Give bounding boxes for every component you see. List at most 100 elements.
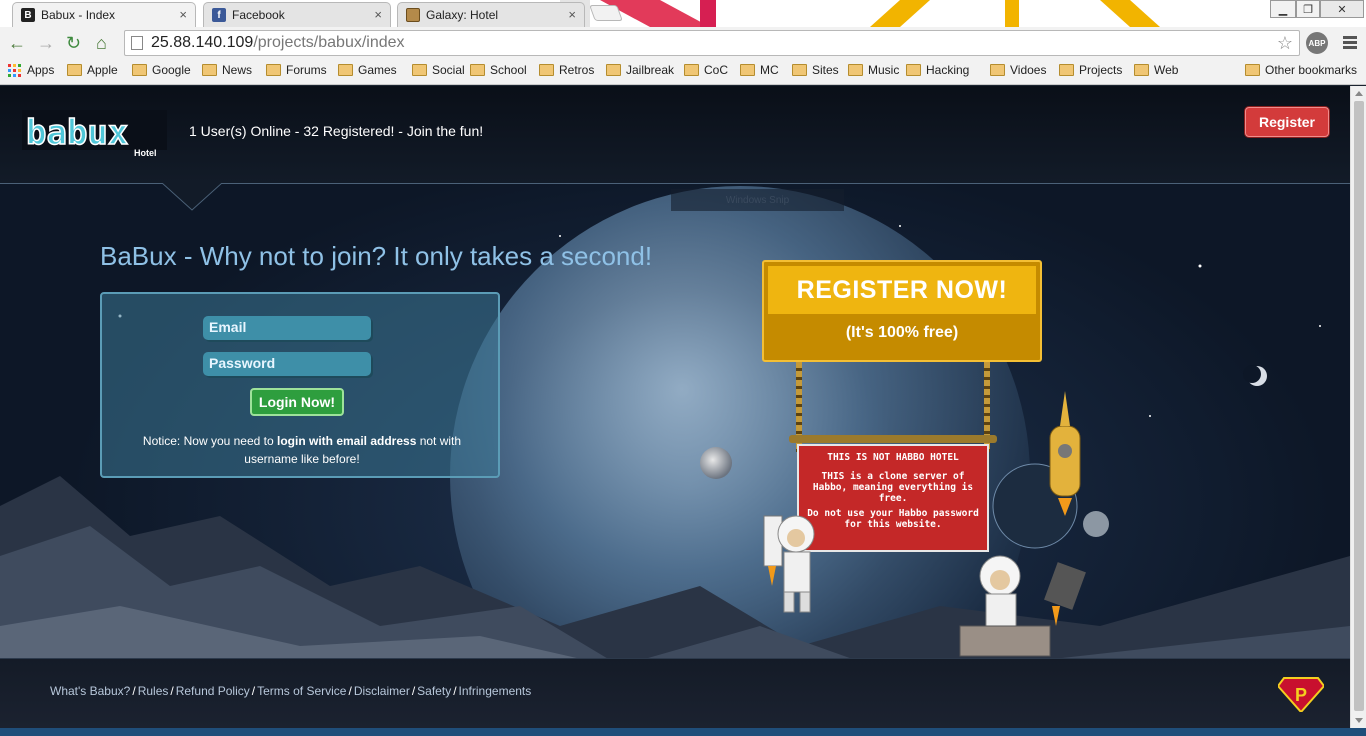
page-icon xyxy=(131,36,143,50)
password-field[interactable]: Password xyxy=(203,352,371,376)
footer-separator: / xyxy=(251,684,256,698)
folder-icon xyxy=(202,64,217,76)
folder-icon xyxy=(412,64,427,76)
bookmark-folder-jailbreak[interactable]: Jailbreak xyxy=(606,63,674,77)
bookmark-folder-hacking[interactable]: Hacking xyxy=(906,63,969,77)
bookmark-label: Other bookmarks xyxy=(1265,63,1358,77)
svg-text:babux: babux xyxy=(26,113,128,153)
bookmark-folder-web[interactable]: Web xyxy=(1134,63,1178,77)
footer-link[interactable]: Terms of Service xyxy=(257,684,346,698)
window-close-button[interactable]: ✕ xyxy=(1320,0,1364,18)
babux-logo[interactable]: babux Hotel xyxy=(22,108,172,158)
minimize-button[interactable]: ▁ xyxy=(1270,0,1296,18)
footer-link[interactable]: Safety xyxy=(417,684,451,698)
bookmark-folder-school[interactable]: School xyxy=(470,63,527,77)
footer-link[interactable]: What's Babux? xyxy=(50,684,130,698)
bookmark-apps[interactable]: Apps xyxy=(8,63,54,77)
folder-icon xyxy=(792,64,807,76)
adblock-extension-icon[interactable]: ABP xyxy=(1306,32,1328,54)
chrome-menu-icon[interactable] xyxy=(1343,36,1357,51)
register-now-title: REGISTER NOW! xyxy=(768,266,1036,314)
scroll-up-icon[interactable] xyxy=(1355,91,1363,96)
address-url: 25.88.140.109/projects/babux/index xyxy=(151,34,405,52)
bookmark-label: Apple xyxy=(87,63,118,77)
bookmark-other[interactable]: Other bookmarks xyxy=(1245,63,1357,77)
page-scrollbar[interactable] xyxy=(1350,86,1366,728)
web-page: babux Hotel 1 User(s) Online - 32 Regist… xyxy=(0,86,1350,728)
folder-icon xyxy=(1059,64,1074,76)
bookmark-folder-mc[interactable]: MC xyxy=(740,63,779,77)
bookmark-star-icon[interactable]: ☆ xyxy=(1277,33,1293,54)
babux-favicon-icon: B xyxy=(21,8,35,22)
email-field[interactable]: Email xyxy=(203,316,371,340)
tab-galaxy-hotel[interactable]: Galaxy: Hotel × xyxy=(397,2,585,27)
folder-icon xyxy=(606,64,621,76)
bookmarks-bar: Apps Apple Google News Forums Games Social Sch… xyxy=(0,59,1366,85)
habbo-characters-art xyxy=(763,391,1086,657)
bookmark-folder-coc[interactable]: CoC xyxy=(684,63,728,77)
tab-facebook[interactable]: f Facebook × xyxy=(203,2,391,27)
desktop-wallpaper-shapes xyxy=(600,0,1160,27)
astronaut-left-icon xyxy=(763,515,815,613)
box-favicon-icon xyxy=(406,8,420,22)
folder-icon xyxy=(539,64,554,76)
reload-icon[interactable]: ↻ xyxy=(66,33,81,53)
page-tagline: BaBux - Why not to join? It only takes a… xyxy=(100,241,653,271)
bookmark-folder-news[interactable]: News xyxy=(202,63,252,77)
back-arrow-icon[interactable]: ← xyxy=(8,33,26,53)
tab-title: Galaxy: Hotel xyxy=(426,8,499,22)
bookmark-folder-apple[interactable]: Apple xyxy=(67,63,118,77)
login-button[interactable]: Login Now! xyxy=(250,388,344,416)
restore-button[interactable]: ❐ xyxy=(1296,0,1320,18)
close-tab-icon[interactable]: × xyxy=(374,7,382,22)
bookmark-label: Sites xyxy=(812,63,839,77)
tab-title: Babux - Index xyxy=(41,8,116,22)
bookmark-folder-games[interactable]: Games xyxy=(338,63,397,77)
footer-link[interactable]: Refund Policy xyxy=(176,684,250,698)
folder-icon xyxy=(740,64,755,76)
bookmark-folder-social[interactable]: Social xyxy=(412,63,465,77)
bookmark-folder-google[interactable]: Google xyxy=(132,63,191,77)
bookmark-folder-forums[interactable]: Forums xyxy=(266,63,327,77)
bookmark-label: Social xyxy=(432,63,465,77)
scroll-down-icon[interactable] xyxy=(1355,718,1363,723)
tab-title: Facebook xyxy=(232,8,285,22)
footer-separator: / xyxy=(411,684,416,698)
bookmark-folder-retros[interactable]: Retros xyxy=(539,63,594,77)
close-tab-icon[interactable]: × xyxy=(179,7,187,22)
footer-link[interactable]: Rules xyxy=(138,684,169,698)
footer-separator: / xyxy=(132,684,136,698)
url-host: 25.88.140.109 xyxy=(151,34,254,51)
bookmark-folder-sites[interactable]: Sites xyxy=(792,63,839,77)
close-tab-icon[interactable]: × xyxy=(568,7,576,22)
superman-logo-icon: P xyxy=(1278,677,1324,712)
register-button[interactable]: Register xyxy=(1245,107,1329,137)
bookmark-folder-vidoes[interactable]: Vidoes xyxy=(990,63,1046,77)
login-notice: Notice: Now you need to login with email… xyxy=(116,432,488,468)
browser-toolbar: ← → ↻ ⌂ 25.88.140.109/projects/babux/ind… xyxy=(0,27,1366,59)
online-status-text: 1 User(s) Online - 32 Registered! - Join… xyxy=(189,123,484,139)
svg-text:Hotel: Hotel xyxy=(134,148,157,158)
register-now-banner[interactable]: REGISTER NOW! (It's 100% free) xyxy=(762,260,1042,362)
new-tab-button[interactable] xyxy=(589,5,623,21)
svg-text:P: P xyxy=(1295,685,1307,705)
bookmark-folder-music[interactable]: Music xyxy=(848,63,899,77)
bookmark-label: Forums xyxy=(286,63,327,77)
tab-babux[interactable]: B Babux - Index × xyxy=(12,2,196,27)
bookmark-label: Music xyxy=(868,63,900,77)
bookmark-label: Vidoes xyxy=(1010,63,1047,77)
home-icon[interactable]: ⌂ xyxy=(96,33,107,53)
bookmark-folder-projects[interactable]: Projects xyxy=(1059,63,1122,77)
footer-separator: / xyxy=(453,684,457,698)
footer-link[interactable]: Infringements xyxy=(459,684,532,698)
folder-icon xyxy=(848,64,863,76)
address-bar[interactable]: 25.88.140.109/projects/babux/index ☆ xyxy=(124,30,1300,56)
astronaut-right-icon xyxy=(959,555,1086,657)
bookmark-label: Projects xyxy=(1079,63,1123,77)
forward-arrow-icon[interactable]: → xyxy=(37,33,55,53)
bookmark-label: Retros xyxy=(559,63,595,77)
footer-link[interactable]: Disclaimer xyxy=(354,684,410,698)
footer-links: What's Babux? / Rules / Refund Policy / Terms … xyxy=(50,684,531,698)
bookmark-label: School xyxy=(490,63,527,77)
scrollbar-thumb[interactable] xyxy=(1354,101,1364,711)
